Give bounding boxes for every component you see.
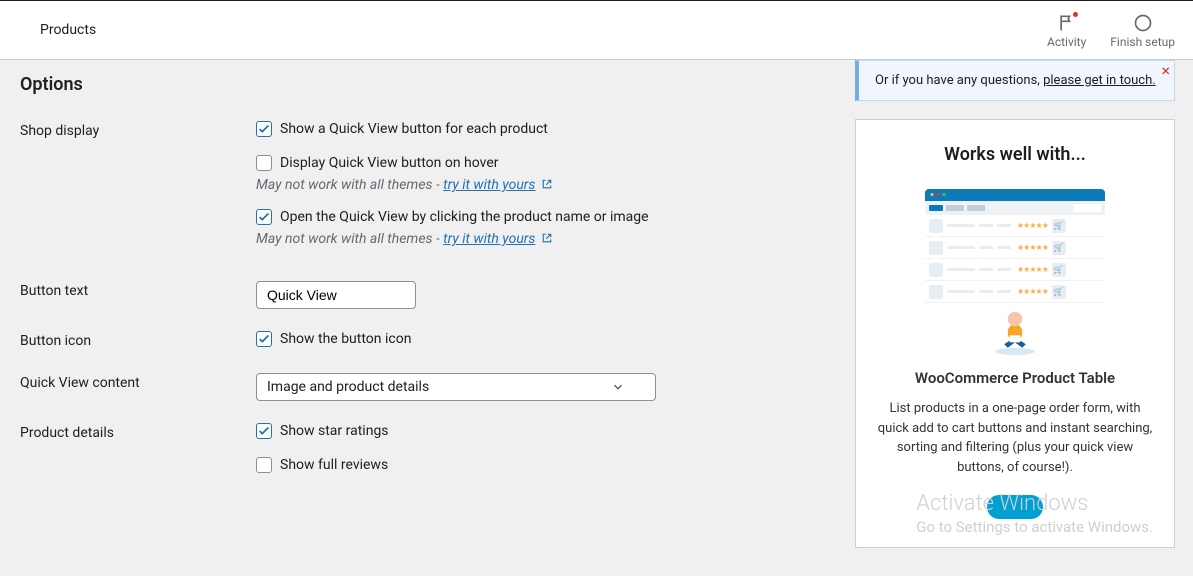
label-shop-display: Shop display <box>20 121 256 139</box>
promo-title: Works well with... <box>876 144 1154 165</box>
row-button-text: Button text <box>20 281 835 309</box>
promo-subtitle: WooCommerce Product Table <box>876 369 1154 387</box>
activity-button[interactable]: Activity <box>1047 11 1086 49</box>
checkbox-star-ratings[interactable] <box>256 423 272 439</box>
quickview-content-select[interactable]: Image and product details <box>256 373 656 401</box>
flag-icon <box>1057 11 1077 35</box>
info-notice-text: Or if you have any questions, <box>875 73 1043 88</box>
finish-setup-button[interactable]: Finish setup <box>1110 11 1175 49</box>
quickview-content-selected: Image and product details <box>267 379 429 395</box>
row-product-details: Product details Show star ratings Show f… <box>20 423 835 477</box>
section-title: Options <box>20 74 835 95</box>
button-text-input[interactable] <box>256 281 416 309</box>
checkbox-show-quickview-label: Show a Quick View button for each produc… <box>280 121 548 137</box>
top-bar: Products Activity Finish setup <box>0 0 1193 60</box>
checkbox-star-ratings-label: Show star ratings <box>280 423 389 439</box>
finish-setup-label: Finish setup <box>1110 35 1175 49</box>
label-product-details: Product details <box>20 423 256 441</box>
info-notice: Or if you have any questions, please get… <box>855 60 1175 101</box>
checkbox-full-reviews-label: Show full reviews <box>280 457 388 473</box>
hint-click: May not work with all themes - try it wi… <box>256 231 835 247</box>
promo-description: List products in a one-page order form, … <box>876 399 1154 477</box>
checkbox-open-click[interactable] <box>256 209 272 225</box>
promo-card: Works well with... ★★★★★🛒 ★★★★★🛒 ★★★★★🛒 … <box>855 119 1175 548</box>
checkbox-open-click-label: Open the Quick View by clicking the prod… <box>280 209 649 225</box>
row-shop-display: Shop display Show a Quick View button fo… <box>20 121 835 263</box>
external-link-icon <box>541 232 553 244</box>
link-try-theme-2[interactable]: try it with yours <box>443 231 535 247</box>
checkbox-button-icon-label: Show the button icon <box>280 331 411 347</box>
contact-link[interactable]: please get in touch. <box>1043 73 1156 88</box>
checkbox-full-reviews[interactable] <box>256 457 272 473</box>
chevron-down-icon <box>611 380 625 394</box>
circle-icon <box>1133 11 1153 35</box>
promo-illustration: ★★★★★🛒 ★★★★★🛒 ★★★★★🛒 ★★★★★🛒 <box>925 189 1105 349</box>
checkbox-hover-quickview-label: Display Quick View button on hover <box>280 155 499 171</box>
close-icon[interactable]: × <box>1161 61 1170 80</box>
person-icon <box>988 301 1042 355</box>
external-link-icon <box>541 178 553 190</box>
label-button-icon: Button icon <box>20 331 256 349</box>
checkbox-show-quickview[interactable] <box>256 121 272 137</box>
page-title: Products <box>40 22 96 38</box>
row-quickview-content: Quick View content Image and product det… <box>20 373 835 401</box>
sidebar-column: Or if you have any questions, please get… <box>855 60 1193 576</box>
checkbox-button-icon[interactable] <box>256 331 272 347</box>
link-try-theme-1[interactable]: try it with yours <box>443 177 535 193</box>
topbar-actions: Activity Finish setup <box>1047 11 1175 49</box>
label-quickview-content: Quick View content <box>20 373 256 391</box>
row-button-icon: Button icon Show the button icon <box>20 331 835 351</box>
hint-hover: May not work with all themes - try it wi… <box>256 177 835 193</box>
checkbox-hover-quickview[interactable] <box>256 155 272 171</box>
label-button-text: Button text <box>20 281 256 299</box>
activity-label: Activity <box>1047 35 1086 49</box>
promo-cta-button[interactable] <box>987 495 1043 519</box>
main-settings-column: Options Shop display Show a Quick View b… <box>0 60 855 576</box>
